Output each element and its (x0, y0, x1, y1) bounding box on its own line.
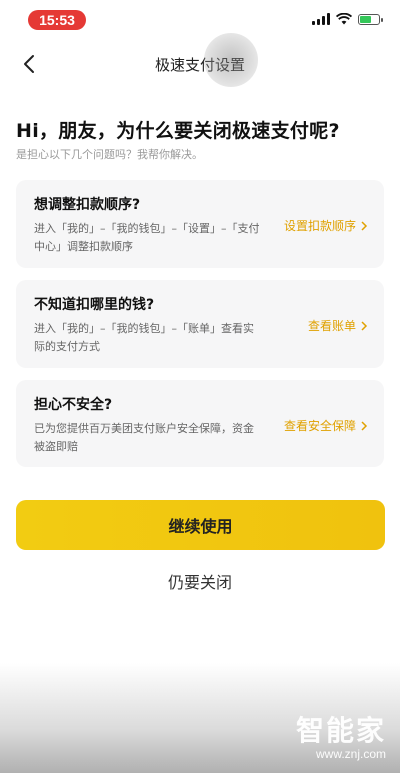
link-label: 设置扣款顺序 (283, 219, 356, 233)
status-time: 15:53 (28, 10, 86, 30)
watermark-url: www.znj.com (315, 747, 386, 761)
card-title: 担心不安全? (34, 397, 113, 413)
card-payment-order: 想调整扣款顺序? 进入「我的」–「我的钱包」–「设置」–「支付中心」调整扣款顺序… (16, 180, 384, 268)
chevron-right-icon (361, 220, 368, 231)
status-bar: 15:53 (0, 0, 400, 40)
wifi-icon (336, 13, 352, 25)
card-title: 想调整扣款顺序? (34, 197, 141, 213)
link-label: 查看安全保障 (283, 419, 356, 433)
subheadline: 是担心以下几个问题吗？我帮你解决。 (16, 148, 203, 161)
watermark: 智能家 www.znj.com (296, 709, 386, 761)
card-security: 担心不安全? 已为您提供百万美团支付账户安全保障，资金被盗即赔 查看安全保障 (16, 380, 384, 467)
card-desc: 已为您提供百万美团支付账户安全保障，资金被盗即赔 (34, 422, 254, 453)
view-bill-link[interactable]: 查看账单 (308, 317, 368, 334)
chevron-right-icon (361, 420, 368, 431)
chevron-right-icon (361, 320, 368, 331)
page-title: 极速支付设置 (154, 56, 245, 74)
card-desc: 进入「我的」–「我的钱包」–「账单」查看实际的支付方式 (34, 322, 254, 353)
battery-icon (358, 13, 383, 25)
nav-bar: 极速支付设置 (0, 40, 400, 90)
card-billing: 不知道扣哪里的钱? 进入「我的」–「我的钱包」–「账单」查看实际的支付方式 查看… (16, 280, 384, 368)
headline: Hi，朋友，为什么要关闭极速支付呢? (16, 120, 340, 142)
still-close-button[interactable]: 仍要关闭 (0, 568, 400, 594)
set-payment-order-link[interactable]: 设置扣款顺序 (284, 217, 368, 234)
signal-icon (312, 13, 330, 25)
view-security-link[interactable]: 查看安全保障 (284, 417, 368, 434)
card-title: 不知道扣哪里的钱? (34, 297, 155, 313)
watermark-logo: 智能家 (295, 714, 386, 747)
status-icons (312, 13, 383, 25)
continue-button[interactable]: 继续使用 (16, 500, 385, 550)
card-desc: 进入「我的」–「我的钱包」–「设置」–「支付中心」调整扣款顺序 (34, 222, 260, 253)
link-label: 查看账单 (307, 319, 356, 333)
